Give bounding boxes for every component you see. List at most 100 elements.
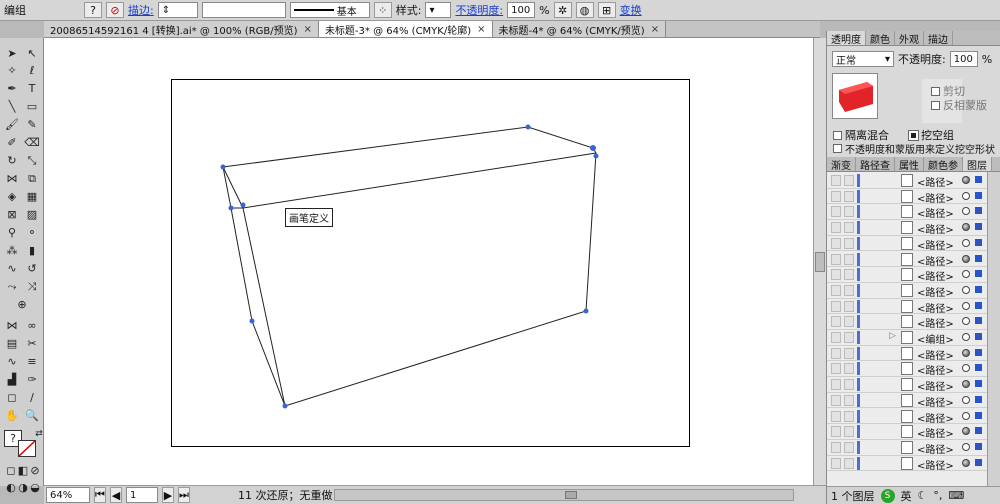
brush-definition-field[interactable]: 基本 (289, 2, 370, 18)
visibility-toggle-icon[interactable] (831, 269, 841, 281)
scissors-tool-icon[interactable]: ✂ (23, 336, 41, 351)
hand-tool-icon[interactable]: ✋ (3, 408, 21, 423)
selection-tool-icon[interactable]: ➤ (3, 46, 21, 61)
twirl-tool-icon[interactable]: ∿ (3, 354, 21, 369)
target-icon[interactable] (962, 442, 970, 451)
close-icon[interactable]: × (304, 24, 312, 35)
shape-builder-tool-icon[interactable]: ◈ (3, 189, 21, 204)
zoom-field[interactable]: 64% (46, 487, 90, 503)
layer-row[interactable]: <路径> (827, 346, 987, 362)
selection-indicator[interactable] (975, 176, 982, 183)
list-icon[interactable]: ≡ (23, 354, 41, 369)
artboard-tool-icon[interactable]: ◻ (3, 390, 21, 405)
layer-row[interactable]: <路径> (827, 361, 987, 377)
lock-toggle-icon[interactable] (844, 190, 854, 202)
selection-indicator[interactable] (975, 333, 982, 340)
visibility-toggle-icon[interactable] (831, 441, 841, 453)
knife-tool-icon[interactable]: ∕ (23, 390, 41, 405)
layer-name[interactable]: <路径> (917, 284, 954, 299)
lock-toggle-icon[interactable] (844, 426, 854, 438)
page-field[interactable]: 1 (126, 487, 158, 503)
rectangle-tool-icon[interactable]: ▭ (23, 99, 41, 114)
selection-indicator[interactable] (975, 191, 982, 199)
layer-row[interactable]: <路径> (827, 440, 987, 456)
width-tool-icon[interactable]: ⋈ (3, 171, 21, 186)
blob-brush-tool-icon[interactable]: ✐ (3, 135, 21, 150)
first-page-icon[interactable]: ⏮ (94, 487, 106, 503)
expand-triangle-icon[interactable]: ▷ (889, 331, 896, 341)
tab-pathfinder[interactable]: 路径查 (856, 157, 895, 172)
visibility-toggle-icon[interactable] (831, 206, 841, 218)
next-page-icon[interactable]: ▶ (162, 487, 174, 503)
visibility-toggle-icon[interactable] (831, 253, 841, 265)
target-icon[interactable] (962, 458, 970, 467)
type-tool-icon[interactable]: T (23, 81, 41, 96)
knockout-group-checkbox[interactable] (908, 129, 919, 141)
style-dropdown[interactable]: ▾ (425, 2, 452, 18)
target-icon[interactable] (962, 395, 970, 404)
target-icon[interactable] (962, 223, 970, 232)
panel-opacity-field[interactable]: 100 (949, 51, 978, 67)
tab-document-3[interactable]: 未标题-4* @ 64% (CMYK/预览) × (492, 21, 667, 37)
layer-row[interactable]: <路径> (827, 377, 987, 393)
scroll-thumb[interactable] (815, 252, 825, 272)
tab-color[interactable]: 颜色 (866, 31, 895, 46)
tab-gradient[interactable]: 渐变 (827, 157, 856, 172)
lock-toggle-icon[interactable] (844, 347, 854, 359)
target-icon[interactable] (962, 317, 970, 326)
isolate-blending-checkbox[interactable] (833, 130, 842, 140)
selection-indicator[interactable] (975, 223, 982, 231)
draw-inside-icon[interactable]: ◒ (26, 480, 44, 495)
opacity-thumbnail[interactable] (832, 73, 878, 119)
anchor-convert-icon[interactable]: ∿ (3, 261, 21, 276)
lock-toggle-icon[interactable] (844, 316, 854, 328)
opacity-field[interactable]: 100 (507, 2, 536, 18)
layer-row[interactable]: <路径> (827, 409, 987, 425)
selection-indicator[interactable] (975, 380, 982, 388)
pen-alt-icon[interactable]: ✑ (23, 372, 41, 387)
layer-row[interactable]: <路径> (827, 189, 987, 205)
layer-name[interactable]: <路径> (917, 205, 954, 220)
lock-toggle-icon[interactable] (844, 253, 854, 265)
lock-toggle-icon[interactable] (844, 394, 854, 406)
column-graph-tool-icon[interactable]: ▮ (23, 243, 41, 258)
tab-document-2[interactable]: 未标题-3* @ 64% (CMYK/轮廓) × (318, 21, 493, 37)
selection-indicator[interactable] (975, 458, 982, 466)
opacity-link[interactable]: 不透明度: (455, 2, 503, 18)
selection-indicator[interactable] (975, 270, 982, 278)
selection-indicator[interactable] (975, 395, 982, 403)
layer-name[interactable]: <路径> (917, 362, 954, 377)
crosshair-icon[interactable]: ⊕ (13, 297, 31, 312)
blend-mode-select[interactable]: 正常 ▾ (832, 51, 894, 67)
paintbrush-tool-icon[interactable]: 🖌 (3, 117, 21, 132)
visibility-toggle-icon[interactable] (831, 175, 841, 186)
target-icon[interactable] (962, 285, 970, 294)
visibility-toggle-icon[interactable] (831, 332, 841, 343)
horizontal-scrollbar[interactable] (334, 489, 794, 501)
layer-name[interactable]: <路径> (917, 378, 954, 393)
selection-indicator[interactable] (975, 317, 982, 325)
target-icon[interactable] (962, 207, 970, 216)
target-icon[interactable] (962, 364, 970, 373)
lock-toggle-icon[interactable] (844, 237, 854, 249)
layer-row[interactable]: <路径> (827, 204, 987, 220)
stroke-link[interactable]: 描边: (128, 2, 154, 18)
target-icon[interactable] (962, 176, 970, 184)
layer-name[interactable]: <路径> (917, 237, 954, 252)
target-icon[interactable] (962, 238, 970, 247)
layer-name[interactable]: <路径> (917, 410, 954, 425)
slice-tool-icon[interactable]: ▤ (3, 336, 21, 351)
visibility-toggle-icon[interactable] (831, 410, 841, 422)
none-mode-icon[interactable]: ⊘ (26, 463, 44, 478)
join-icon[interactable]: ⤨ (23, 279, 41, 294)
selection-indicator[interactable] (975, 285, 982, 293)
visibility-toggle-icon[interactable] (831, 237, 841, 249)
clip-checkbox[interactable] (931, 86, 940, 96)
bar-chart-icon[interactable]: ▟ (3, 372, 21, 387)
selection-indicator[interactable] (975, 427, 982, 435)
align-icon[interactable]: ⊞ (597, 2, 616, 18)
layer-row[interactable]: <路径> (827, 299, 987, 315)
layer-name[interactable]: <路径> (917, 174, 954, 189)
stroke-swatch-icon[interactable] (18, 440, 36, 457)
ime-icon[interactable]: S (880, 488, 895, 503)
